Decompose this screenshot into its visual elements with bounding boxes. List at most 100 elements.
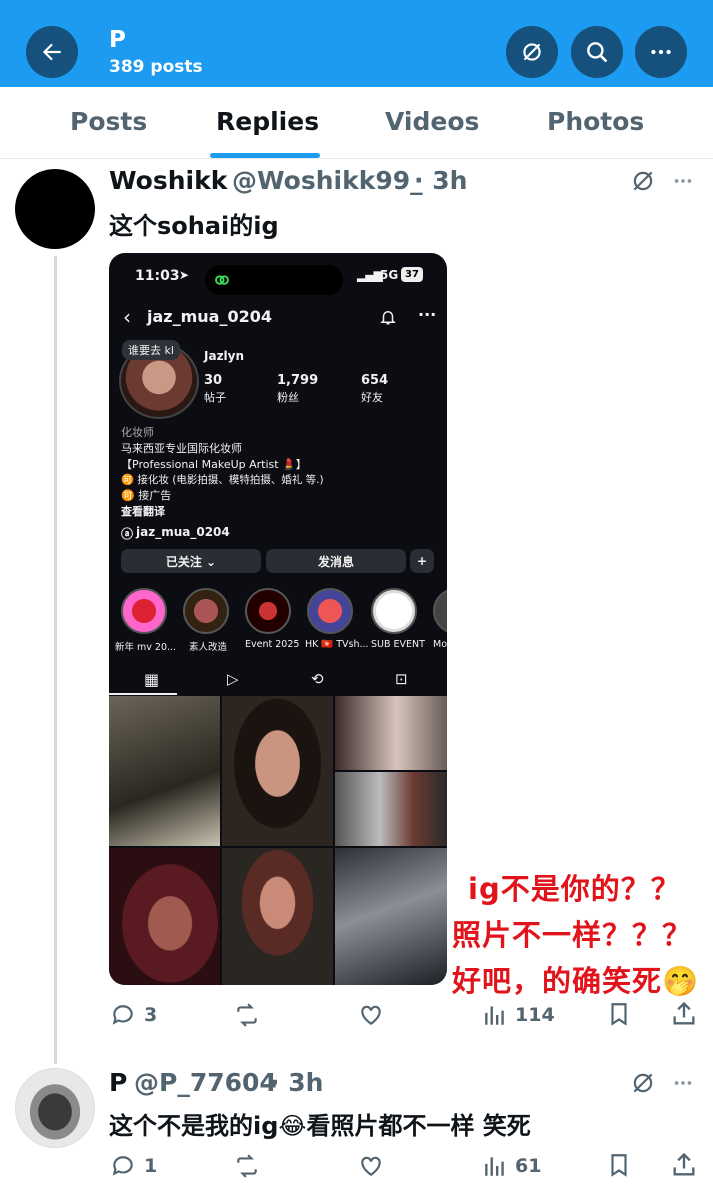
ig-highlight-label: Mo [433, 639, 447, 650]
annotation-line: ig不是你的？？ [468, 872, 681, 906]
profile-header: P 389 posts [0, 0, 713, 87]
retweet-icon[interactable] [232, 1002, 262, 1028]
location-arrow-icon: ➤ [179, 268, 190, 282]
retweet-icon[interactable] [232, 1153, 262, 1179]
ig-followers-count: 1,799 [277, 373, 319, 388]
ig-highlight-label: Event 2025 [245, 639, 300, 650]
ig-note: 谁要去 kl [122, 340, 180, 360]
grok-slash-icon [523, 43, 541, 61]
ig-photo[interactable] [335, 772, 447, 846]
reply-count: 3 [144, 1004, 158, 1026]
ig-following-button[interactable]: 已关注 ⌄ [121, 549, 261, 573]
ig-posts-label: 帖子 [204, 391, 226, 404]
bookmark-icon[interactable] [606, 1000, 632, 1028]
signal-icon: ▂▄▆ [357, 268, 383, 282]
tweet-time: · 3h [270, 1068, 324, 1097]
link-icon [215, 275, 229, 285]
reply-bubble-icon[interactable] [110, 1153, 136, 1179]
share-icon[interactable] [670, 1000, 698, 1028]
author-name[interactable]: Woshikk [109, 166, 227, 195]
author-handle[interactable]: @Woshikk99_ [232, 166, 423, 195]
ellipsis-icon [651, 49, 671, 55]
ig-photo[interactable] [222, 848, 333, 985]
ig-message-button[interactable]: 发消息 [266, 549, 406, 573]
reply-count: 1 [144, 1155, 158, 1177]
phone-time: 11:03 [135, 268, 180, 284]
ig-photo[interactable] [222, 696, 333, 846]
ig-posts-count: 30 [204, 373, 223, 388]
bell-icon[interactable] [379, 308, 397, 326]
ig-display-name: Jazlyn [204, 349, 245, 363]
arrow-left-icon [42, 43, 61, 61]
ig-see-translation[interactable]: 查看翻译 [121, 503, 165, 519]
ig-friends-count: 654 [361, 373, 389, 388]
bookmark-icon[interactable] [606, 1151, 632, 1179]
bar-chart-icon[interactable] [482, 1153, 508, 1179]
thread-connector [54, 256, 57, 1064]
tab-videos[interactable]: Videos [385, 107, 479, 136]
ig-photo[interactable] [335, 696, 447, 770]
ig-highlight[interactable] [371, 588, 417, 634]
ig-photo[interactable] [109, 848, 220, 985]
ig-highlight[interactable] [307, 588, 353, 634]
ig-threads-handle[interactable]: jaz_mua_0204 [136, 525, 230, 539]
battery-level: 37 [401, 267, 423, 282]
avatar[interactable] [15, 1068, 95, 1148]
ig-bio-category: 化妆师 [121, 426, 154, 439]
tweet-text: 这个sohai的ig [109, 212, 279, 240]
post-count: 389 posts [109, 57, 203, 77]
annotation-line: 好吧，的确笑死🤭 [452, 964, 700, 998]
tweet-more-icon[interactable] [670, 1072, 696, 1094]
more-button[interactable] [635, 26, 687, 78]
tweet-text: 这个不是我的ig😂看照片都不一样 笑死 [109, 1112, 531, 1140]
ig-bio-line: 【Professional MakeUp Artist 💄】 [121, 458, 307, 471]
bar-chart-icon[interactable] [482, 1002, 508, 1028]
ig-highlight-label: 新年 mv 20... [115, 642, 177, 653]
ig-username: jaz_mua_0204 [147, 307, 272, 326]
ig-reels-icon[interactable]: ▷ [227, 670, 239, 688]
ig-back-icon[interactable]: ‹ [123, 305, 131, 329]
ig-highlight[interactable] [245, 588, 291, 634]
author-handle[interactable]: @P_77604 [134, 1068, 277, 1097]
ig-photo[interactable] [109, 696, 220, 846]
search-button[interactable] [571, 26, 623, 78]
ig-add-person-icon[interactable]: + [410, 549, 434, 573]
ig-bio-line: 🉑 接广告 [121, 489, 172, 502]
tab-posts[interactable]: Posts [70, 107, 147, 136]
ig-bio-line: 马来西亚专业国际化妆师 [121, 442, 242, 455]
view-count: 114 [515, 1004, 555, 1026]
ig-tagged-icon[interactable]: ⊡ [395, 670, 408, 688]
share-icon[interactable] [670, 1151, 698, 1179]
tweet-media-image[interactable]: 11:03 ➤ ▂▄▆ 5G 37 ‹ jaz_mua_0204 ··· 谁要去… [109, 253, 447, 985]
back-button[interactable] [26, 26, 78, 78]
grok-slash-icon[interactable] [630, 168, 656, 194]
author-name[interactable]: P [109, 1068, 127, 1097]
profile-tabs: Posts Replies Videos Photos [0, 87, 713, 159]
active-tab-indicator [210, 153, 320, 158]
ig-highlight[interactable] [121, 588, 167, 634]
tab-replies[interactable]: Replies [216, 107, 319, 136]
search-icon [587, 42, 607, 62]
heart-icon[interactable] [357, 1153, 385, 1179]
ig-photo[interactable] [335, 848, 447, 985]
tab-photos[interactable]: Photos [547, 107, 644, 136]
tweet-more-icon[interactable] [670, 170, 696, 192]
profile-name: P [109, 27, 126, 53]
grok-button[interactable] [506, 26, 558, 78]
ig-followers-label: 粉丝 [277, 391, 299, 404]
heart-icon[interactable] [357, 1002, 385, 1028]
ig-reposts-icon[interactable]: ⟲ [311, 670, 324, 688]
avatar[interactable] [15, 169, 95, 249]
annotation-line: 照片不一样？？？ [452, 918, 693, 952]
network-type: 5G [380, 268, 399, 282]
ig-friends-label: 好友 [361, 391, 383, 404]
ig-more-icon[interactable]: ··· [418, 305, 436, 324]
ig-grid-icon[interactable]: ▦ [144, 670, 159, 689]
ig-bio-line: 🉑 接化妆 (电影拍摄、模特拍摄、婚礼 等.) [121, 474, 324, 486]
grok-slash-icon[interactable] [630, 1070, 656, 1096]
ig-highlight-label: SUB EVENT [371, 639, 425, 650]
ig-highlight[interactable] [433, 588, 447, 634]
ig-highlight[interactable] [183, 588, 229, 634]
reply-bubble-icon[interactable] [110, 1002, 136, 1028]
threads-icon: ⓐ [121, 527, 134, 541]
